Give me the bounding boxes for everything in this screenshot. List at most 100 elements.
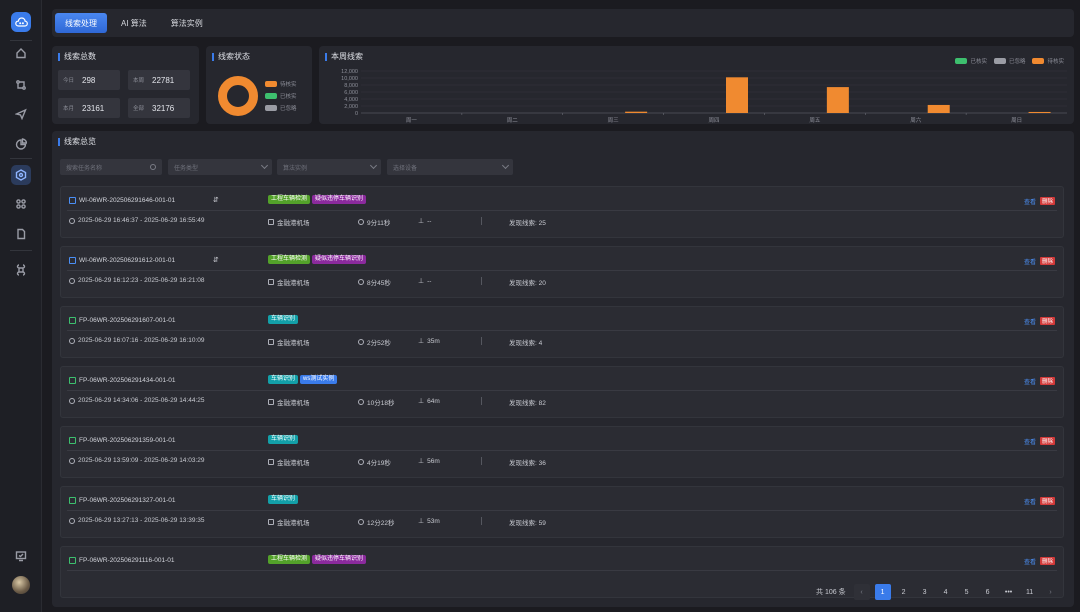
page-ellipsis[interactable]: ••• <box>1001 584 1017 600</box>
task-duration-text: 2分52秒 <box>367 340 391 347</box>
task-place-text: 金融港机场 <box>277 460 310 467</box>
bar-pending[interactable] <box>927 104 950 113</box>
task-row[interactable]: FP-06WR-202506291359-001-01 车辆识别 查看 删除 2… <box>60 426 1064 478</box>
task-row[interactable]: FP-06WR-202506291607-001-01 车辆识别 查看 删除 2… <box>60 306 1064 358</box>
legend-swatch <box>265 93 277 99</box>
task-type-select[interactable]: 任务类型 <box>168 159 272 175</box>
task-id-text: FP-06WR-202506291359-001-01 <box>79 437 176 444</box>
view-button[interactable]: 查看 <box>1024 497 1036 506</box>
task-id-text: FP-06WR-202506291607-001-01 <box>79 317 176 324</box>
tab-ai-algorithm[interactable]: AI 算法 <box>111 13 157 33</box>
task-found: 发现线索: 82 <box>509 400 546 407</box>
task-time-text: 2025-06-29 13:27:13 - 2025-06-29 13:39:3… <box>78 517 205 524</box>
algorithm-tag: 疑似违停车辆识别 <box>312 555 367 564</box>
page-6[interactable]: 6 <box>980 584 996 600</box>
task-id: FP-06WR-202506291116-001-01 <box>69 557 175 564</box>
monitor-icon[interactable] <box>11 546 31 566</box>
bar-pending[interactable] <box>726 77 748 113</box>
page-2[interactable]: 2 <box>896 584 912 600</box>
next-page-button[interactable]: › <box>1043 584 1059 600</box>
task-height: ⊥ 53m <box>418 517 440 526</box>
stat-month: 本月 23161 <box>58 98 120 118</box>
prev-page-button[interactable]: ‹ <box>853 584 870 600</box>
status-legend: 待核实 已核实 已忽略 <box>265 80 297 112</box>
task-height-text: -- <box>427 217 432 225</box>
delete-button[interactable]: 删除 <box>1039 437 1055 445</box>
y-tick-label: 10,000 <box>341 76 358 82</box>
altitude-icon: ⊥ <box>418 338 425 345</box>
device-select[interactable]: 选择设备 <box>387 159 513 175</box>
command-icon[interactable] <box>11 260 31 280</box>
view-button[interactable]: 查看 <box>1024 557 1036 566</box>
task-row[interactable]: WI-06WR-202506291612-001-01 ⇵ 工程车辆检测 疑似违停… <box>60 246 1064 298</box>
bar-pending[interactable] <box>625 111 648 113</box>
page-1[interactable]: 1 <box>874 584 891 600</box>
bar-pending[interactable] <box>826 87 849 113</box>
task-time: 2025-06-29 13:59:09 - 2025-06-29 14:03:2… <box>69 457 205 464</box>
view-button[interactable]: 查看 <box>1024 377 1036 386</box>
page-3[interactable]: 3 <box>917 584 933 600</box>
stat-value: 23161 <box>82 103 105 113</box>
row-separator <box>481 397 482 405</box>
task-row[interactable]: FP-06WR-202506291434-001-01 车辆识别 ws测试实例 查… <box>60 366 1064 418</box>
bar-pending[interactable] <box>1028 111 1051 113</box>
row-separator <box>481 217 482 225</box>
view-button[interactable]: 查看 <box>1024 437 1036 446</box>
delete-button[interactable]: 删除 <box>1039 257 1055 265</box>
delete-button[interactable]: 删除 <box>1039 317 1055 325</box>
task-height: ⊥ -- <box>418 217 432 226</box>
task-row[interactable]: WI-06WR-202506291646-001-01 ⇵ 工程车辆检测 疑似违停… <box>60 186 1064 238</box>
altitude-icon: ⊥ <box>418 518 425 525</box>
task-place: 金融港机场 <box>268 517 310 527</box>
algorithm-tag: 工程车辆检测 <box>268 195 311 204</box>
apps-icon[interactable] <box>11 194 31 214</box>
send-icon[interactable] <box>11 104 31 124</box>
algorithm-instance-select[interactable]: 算法实例 <box>277 159 381 175</box>
view-button[interactable]: 查看 <box>1024 317 1036 326</box>
timer-icon <box>358 219 364 225</box>
task-found: 发现线索: 4 <box>509 340 543 347</box>
legend-label: 待核实 <box>280 82 297 88</box>
delete-button[interactable]: 删除 <box>1039 197 1055 205</box>
select-placeholder: 算法实例 <box>283 165 308 172</box>
avatar[interactable] <box>12 576 30 594</box>
task-id: WI-06WR-202506291612-001-01 <box>69 257 175 264</box>
view-button[interactable]: 查看 <box>1024 197 1036 206</box>
page-5[interactable]: 5 <box>959 584 975 600</box>
stat-label: 本周 <box>133 78 145 84</box>
delete-button[interactable]: 删除 <box>1039 497 1055 505</box>
weekly-bar-chart: 12,00010,0008,0006,0004,0002,0000 周一 周二 周三 周… <box>341 69 1067 124</box>
clock-icon <box>69 457 75 464</box>
route-icon[interactable] <box>11 75 31 95</box>
select-placeholder: 任务类型 <box>174 165 199 172</box>
task-height: ⊥ 64m <box>418 397 440 406</box>
timer-icon <box>358 399 364 405</box>
tab-algorithm-instance[interactable]: 算法实例 <box>161 13 213 33</box>
delete-button[interactable]: 删除 <box>1039 377 1055 385</box>
task-height-text: 56m <box>427 457 440 465</box>
stat-label: 全部 <box>133 106 145 112</box>
pie-icon[interactable] <box>11 134 31 154</box>
page-11[interactable]: 11 <box>1022 584 1038 600</box>
document-icon[interactable] <box>11 224 31 244</box>
task-row[interactable]: FP-06WR-202506291327-001-01 车辆识别 查看 删除 2… <box>60 486 1064 538</box>
x-tick-label: 周五 <box>809 117 821 124</box>
view-button[interactable]: 查看 <box>1024 257 1036 266</box>
task-place-text: 金融港机场 <box>277 400 310 407</box>
altitude-icon: ⊥ <box>418 398 425 405</box>
task-duration-text: 9分11秒 <box>367 220 391 227</box>
task-place-text: 金融港机场 <box>277 340 310 347</box>
place-icon <box>268 219 274 225</box>
task-id-text: WI-06WR-202506291646-001-01 <box>79 197 176 204</box>
task-duration-text: 8分45秒 <box>367 280 391 287</box>
algorithm-tag: 车辆识别 <box>268 375 299 384</box>
home-icon[interactable] <box>11 43 31 63</box>
task-type-icon <box>69 497 76 504</box>
delete-button[interactable]: 删除 <box>1039 557 1055 565</box>
page-4[interactable]: 4 <box>938 584 954 600</box>
logo-cloud-icon[interactable] <box>11 12 31 32</box>
analysis-icon[interactable] <box>11 165 31 185</box>
stat-value: 22781 <box>152 75 175 85</box>
tab-clue-processing[interactable]: 线索处理 <box>55 13 107 33</box>
search-task-input[interactable]: 搜索任务名称 <box>60 159 162 175</box>
